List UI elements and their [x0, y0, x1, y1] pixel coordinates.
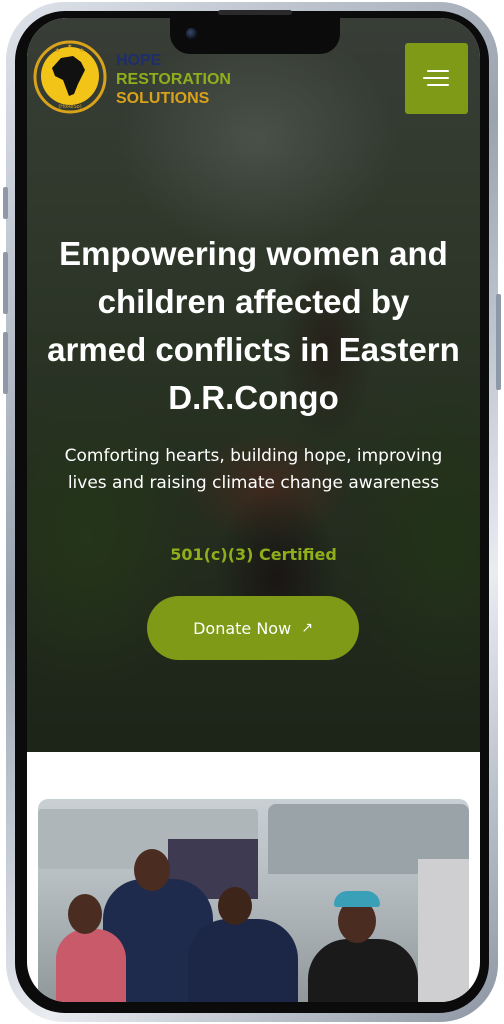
person-woman: [308, 939, 418, 1002]
hero-headline: Empowering women and children affected b…: [47, 235, 460, 416]
donate-now-button[interactable]: Donate Now ↗: [147, 596, 359, 660]
certified-badge: 501(c)(3) Certified: [170, 545, 337, 564]
notch: [170, 10, 340, 54]
svg-text:★: ★: [67, 43, 72, 50]
svg-text:(HoReSo): (HoReSo): [58, 104, 81, 110]
hamburger-menu-icon: [427, 70, 449, 72]
front-camera: [186, 28, 197, 39]
hamburger-line: [423, 77, 449, 79]
brand-line-solutions: SOLUTIONS: [116, 90, 210, 107]
hero-subtext: Comforting hearts, building hope, improv…: [64, 446, 443, 493]
person-head: [68, 894, 102, 934]
headscarf: [334, 891, 380, 907]
brand-name[interactable]: HOPE RESTORATION SOLUTIONS: [116, 51, 231, 108]
person-head: [218, 887, 252, 925]
africa-laurel-logo-icon[interactable]: (HoReSo) ★ ★ ★: [33, 40, 107, 114]
svg-text:★: ★: [55, 47, 60, 54]
volume-up-button: [3, 252, 8, 314]
power-button: [496, 294, 501, 390]
camp-photo: [38, 799, 469, 1002]
person-man-cap: [188, 919, 298, 1002]
screen: (HoReSo) ★ ★ ★ HOPE RESTORATION SOLUTION…: [27, 18, 480, 1002]
person-head: [134, 849, 170, 891]
person-girl: [56, 929, 126, 1002]
menu-button[interactable]: [405, 43, 468, 114]
hero-section: (HoReSo) ★ ★ ★ HOPE RESTORATION SOLUTION…: [27, 18, 480, 752]
mute-switch: [3, 187, 8, 219]
volume-down-button: [3, 332, 8, 394]
hanging-clothes: [418, 859, 469, 1002]
hamburger-line: [427, 84, 449, 86]
svg-text:★: ★: [79, 47, 84, 54]
arrow-up-right-icon: ↗: [301, 620, 313, 636]
speaker: [218, 10, 292, 15]
donate-label: Donate Now: [193, 618, 292, 638]
brand-line-restoration: RESTORATION: [116, 71, 231, 88]
